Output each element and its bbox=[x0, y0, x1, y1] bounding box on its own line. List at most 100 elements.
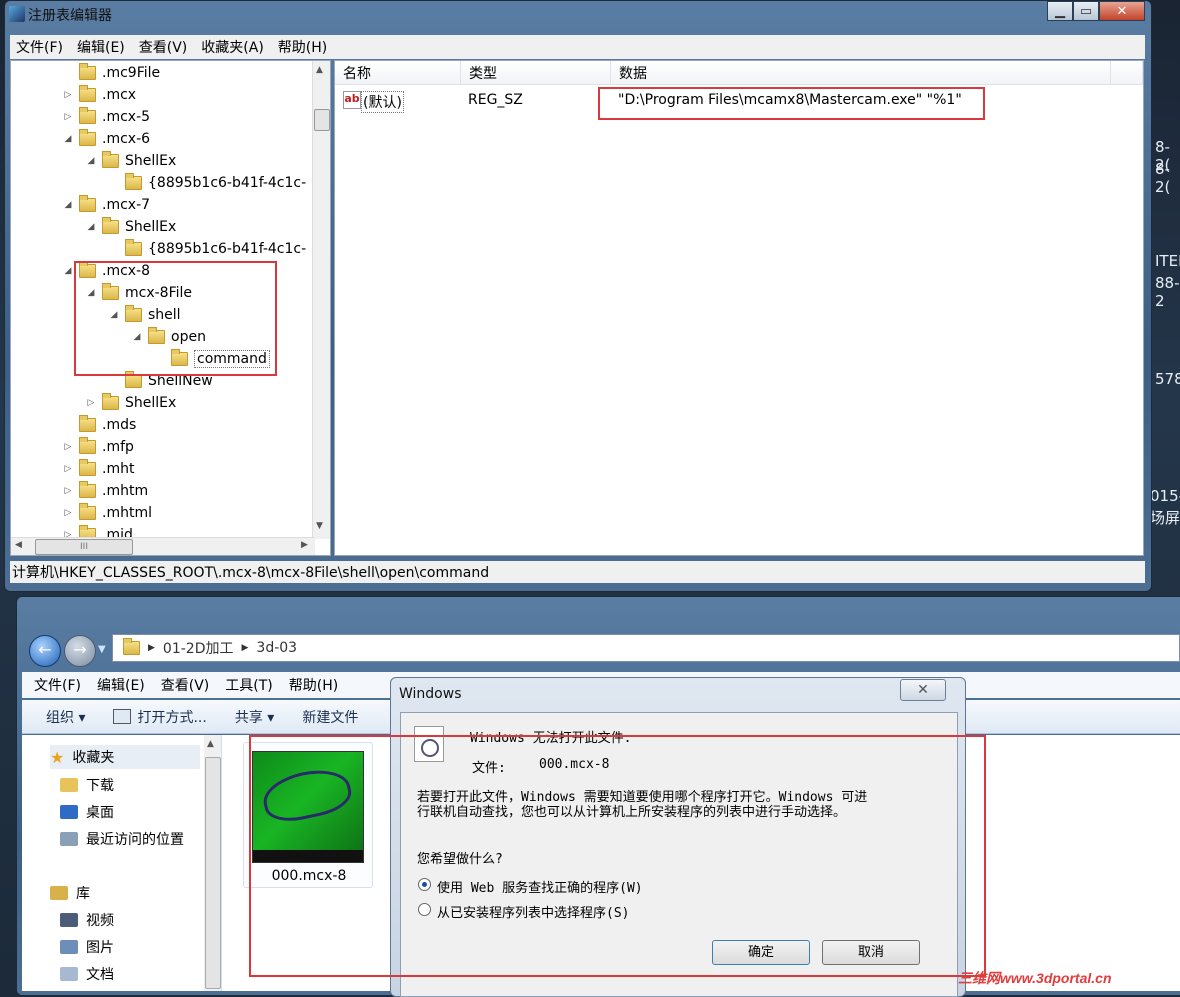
share-button[interactable]: 共享 ▾ bbox=[235, 707, 274, 727]
tree-item[interactable]: ◢ .mcx-6 bbox=[61, 128, 150, 150]
scroll-thumb[interactable] bbox=[314, 109, 330, 131]
favorites-header[interactable]: ★ 收藏夹 bbox=[50, 745, 200, 769]
desktop-text: 8-2( bbox=[1155, 160, 1171, 196]
tree-item-label: {8895b1c6-b41f-4c1c- bbox=[148, 175, 307, 191]
tree-item[interactable]: ▷ .mcx-5 bbox=[61, 106, 150, 128]
tree-item[interactable]: ▷ .mfp bbox=[61, 436, 134, 458]
tree-item[interactable]: .mc9File bbox=[61, 62, 160, 84]
nav-item-label: 视频 bbox=[86, 913, 114, 929]
open-with-button[interactable]: 打开方式... bbox=[113, 707, 207, 727]
nav-item-label: 最近访问的位置 bbox=[86, 832, 184, 848]
tree-item[interactable]: {8895b1c6-b41f-4c1c- bbox=[107, 172, 306, 194]
folder-icon bbox=[102, 393, 119, 410]
scroll-right-icon[interactable]: ▶ bbox=[301, 540, 308, 550]
tree-item[interactable]: ▷ .mhtml bbox=[61, 502, 152, 524]
back-icon[interactable]: ← bbox=[29, 635, 61, 667]
tree-item[interactable]: ▷ .mcx bbox=[61, 84, 136, 106]
tree-item[interactable]: ▷ .mhtm bbox=[61, 480, 148, 502]
favorites-label: 收藏夹 bbox=[72, 750, 115, 766]
expander-icon[interactable]: ▷ bbox=[61, 508, 75, 518]
desktop-icon bbox=[60, 805, 78, 819]
menu-edit[interactable]: 编辑(E) bbox=[97, 675, 145, 695]
menu-file[interactable]: 文件(F) bbox=[16, 37, 63, 57]
scroll-up-icon[interactable]: ▲ bbox=[207, 739, 214, 749]
expander-icon[interactable]: ▷ bbox=[61, 442, 75, 452]
expander-icon[interactable]: ▷ bbox=[61, 90, 75, 100]
libraries-header[interactable]: 库 bbox=[50, 881, 90, 905]
organize-button[interactable]: 组织 ▾ bbox=[46, 707, 85, 727]
tree-item-label: .mc9File bbox=[102, 65, 161, 81]
history-dropdown-icon[interactable]: ▼ bbox=[98, 644, 106, 655]
scroll-thumb[interactable]: III bbox=[35, 539, 133, 555]
tree-item[interactable]: ◢ .mcx-7 bbox=[61, 194, 150, 216]
menu-edit[interactable]: 编辑(E) bbox=[77, 37, 125, 57]
dialog-close-button[interactable]: ✕ bbox=[900, 679, 946, 701]
expander-icon[interactable]: ◢ bbox=[61, 266, 75, 276]
chevron-right-icon[interactable]: ▶ bbox=[241, 643, 248, 653]
folder-icon bbox=[123, 638, 140, 655]
column-header-name[interactable]: 名称 bbox=[335, 61, 461, 85]
menu-bar: 文件(F) 编辑(E) 查看(V) 收藏夹(A) 帮助(H) bbox=[10, 35, 1145, 59]
tree-item[interactable]: ▷ .mht bbox=[61, 458, 134, 480]
new-folder-button[interactable]: 新建文件 bbox=[302, 707, 358, 727]
menu-view[interactable]: 查看(V) bbox=[161, 675, 210, 695]
expander-icon[interactable]: ◢ bbox=[61, 200, 75, 210]
menu-file[interactable]: 文件(F) bbox=[34, 675, 81, 695]
tree-item[interactable]: ◢ ShellEx bbox=[84, 216, 176, 238]
menu-help[interactable]: 帮助(H) bbox=[278, 37, 327, 57]
expander-icon[interactable]: ▷ bbox=[84, 398, 98, 408]
expander-icon[interactable]: ▷ bbox=[61, 112, 75, 122]
registry-value-list[interactable]: 名称 类型 数据 ab (默认) REG_SZ "D:\Program File… bbox=[334, 60, 1144, 556]
libraries-label: 库 bbox=[76, 886, 90, 902]
tree-horizontal-scrollbar[interactable]: ◀ III ▶ bbox=[11, 537, 315, 555]
expander-icon[interactable]: ▷ bbox=[61, 464, 75, 474]
scroll-thumb[interactable] bbox=[205, 757, 221, 989]
nav-item-pictures[interactable]: 图片 bbox=[60, 935, 114, 959]
menu-help[interactable]: 帮助(H) bbox=[289, 675, 338, 695]
column-header-type[interactable]: 类型 bbox=[461, 61, 611, 85]
nav-item-videos[interactable]: 视频 bbox=[60, 908, 114, 932]
nav-item-documents[interactable]: 文档 bbox=[60, 962, 114, 986]
expander-icon[interactable]: ◢ bbox=[84, 222, 98, 232]
scroll-left-icon[interactable]: ◀ bbox=[15, 540, 22, 550]
expander-icon[interactable]: ◢ bbox=[61, 134, 75, 144]
breadcrumb-item[interactable]: 3d-03 bbox=[256, 640, 297, 656]
folder-icon bbox=[79, 503, 96, 520]
forward-icon[interactable]: → bbox=[64, 635, 96, 667]
menu-view[interactable]: 查看(V) bbox=[139, 37, 188, 57]
nav-item-downloads[interactable]: 下载 bbox=[60, 773, 114, 797]
status-bar: 计算机\HKEY_CLASSES_ROOT\.mcx-8\mcx-8File\s… bbox=[10, 561, 1145, 583]
tree-item[interactable]: {8895b1c6-b41f-4c1c- bbox=[107, 238, 306, 260]
highlight-box bbox=[74, 261, 277, 376]
expander-icon[interactable]: ◢ bbox=[84, 156, 98, 166]
tree-vertical-scrollbar[interactable]: ▲ ▼ bbox=[312, 61, 330, 539]
desktop-text: 场屏 bbox=[1150, 509, 1180, 527]
menu-favorites[interactable]: 收藏夹(A) bbox=[201, 37, 264, 57]
breadcrumb-item[interactable]: 01-2D加工 bbox=[163, 638, 234, 658]
nav-item-recent-places[interactable]: 最近访问的位置 bbox=[60, 827, 184, 851]
column-header-data[interactable]: 数据 bbox=[611, 61, 1111, 85]
menu-tools[interactable]: 工具(T) bbox=[225, 675, 272, 695]
value-name[interactable]: (默认) bbox=[361, 91, 404, 113]
folder-icon bbox=[79, 107, 96, 124]
pictures-icon bbox=[60, 940, 78, 954]
tree-item[interactable]: ◢ ShellEx bbox=[84, 150, 176, 172]
close-button[interactable]: ✕ bbox=[1099, 1, 1145, 21]
tree-item-label: ShellEx bbox=[125, 153, 177, 169]
nav-item-desktop[interactable]: 桌面 bbox=[60, 800, 114, 824]
open-with-label: 打开方式... bbox=[137, 709, 207, 726]
address-bar[interactable]: ▶ 01-2D加工 ▶ 3d-03 bbox=[112, 634, 1180, 662]
maximize-button[interactable]: ▭ bbox=[1073, 1, 1099, 21]
minimize-button[interactable]: ▁ bbox=[1047, 1, 1073, 21]
nav-item-label: 桌面 bbox=[86, 805, 114, 821]
nav-scrollbar[interactable]: ▲ bbox=[204, 735, 221, 991]
folder-icon bbox=[125, 371, 142, 388]
chevron-right-icon[interactable]: ▶ bbox=[148, 643, 155, 653]
scroll-up-icon[interactable]: ▲ bbox=[316, 65, 323, 75]
scroll-down-icon[interactable]: ▼ bbox=[316, 521, 323, 531]
nav-item-label: 下载 bbox=[86, 778, 114, 794]
tree-item[interactable]: .mds bbox=[61, 414, 136, 436]
star-icon: ★ bbox=[50, 747, 65, 767]
tree-item[interactable]: ▷ ShellEx bbox=[84, 392, 176, 414]
expander-icon[interactable]: ▷ bbox=[61, 486, 75, 496]
